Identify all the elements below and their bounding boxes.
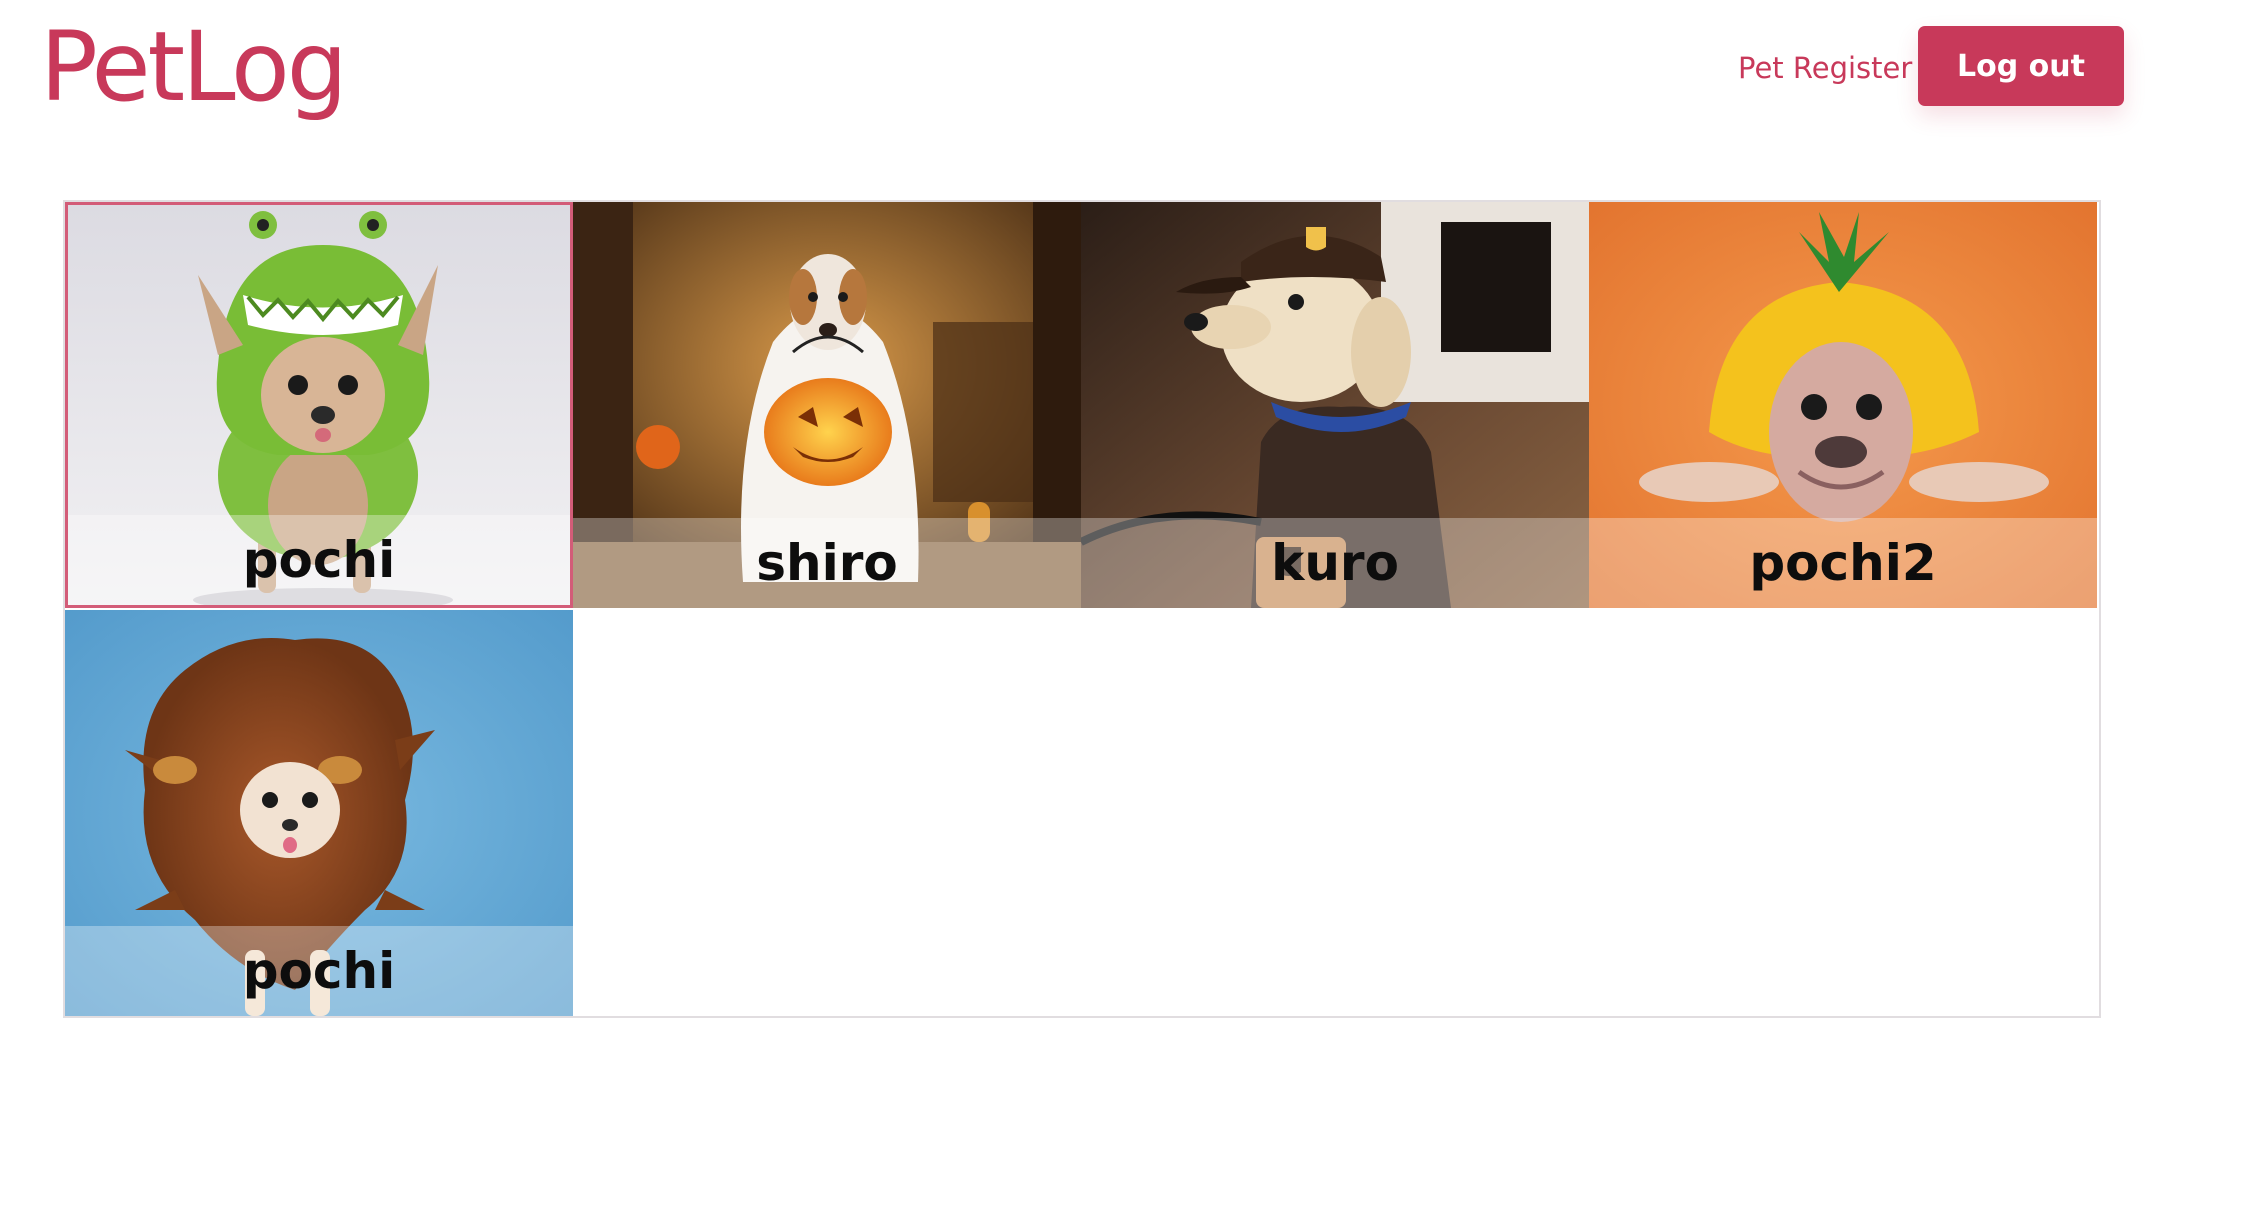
pet-name-caption: shiro <box>573 518 1081 608</box>
pet-name: shiro <box>756 534 898 592</box>
pet-grid: pochi shiro kuro pochi2 pochi <box>63 200 2101 1018</box>
pet-name-caption: pochi <box>68 515 570 605</box>
pet-name: kuro <box>1271 534 1399 592</box>
pet-register-link[interactable]: Pet Register <box>1738 48 1912 88</box>
pet-name: pochi <box>242 942 396 1000</box>
app-logo[interactable]: PetLog <box>40 12 348 122</box>
pet-name-caption: kuro <box>1081 518 1589 608</box>
pet-name: pochi <box>242 531 396 589</box>
pet-name-caption: pochi2 <box>1589 518 2097 608</box>
pet-card-kuro[interactable]: kuro <box>1081 202 1589 608</box>
pet-name-caption: pochi <box>65 926 573 1016</box>
pet-card-shiro[interactable]: shiro <box>573 202 1081 608</box>
pet-card-pochi[interactable]: pochi <box>65 202 573 608</box>
pet-card-pochi-lion[interactable]: pochi <box>65 610 573 1016</box>
header: PetLog Pet Register Log out <box>0 0 2242 140</box>
logout-button[interactable]: Log out <box>1918 26 2124 106</box>
pet-card-pochi2[interactable]: pochi2 <box>1589 202 2097 608</box>
pet-name: pochi2 <box>1749 534 1937 592</box>
